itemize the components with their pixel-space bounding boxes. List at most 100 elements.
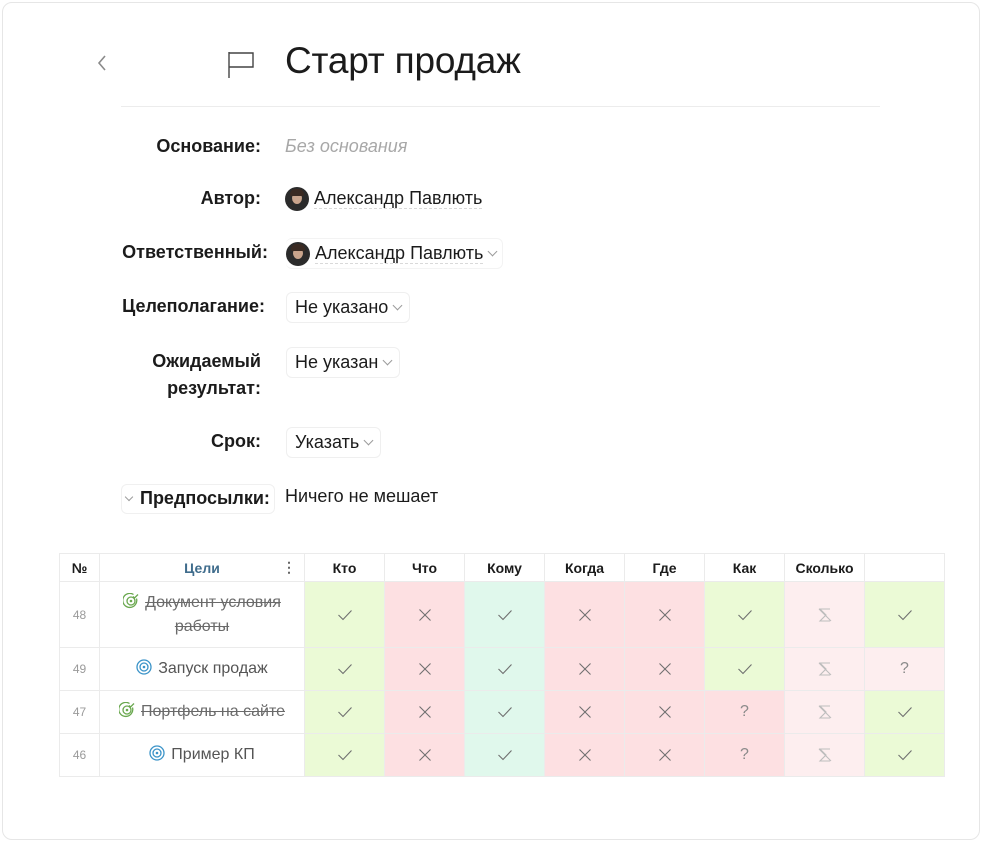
cell-extra[interactable] (864, 690, 945, 734)
cross-icon (418, 608, 431, 621)
author-value[interactable]: Александр Павлють (285, 185, 483, 212)
column-header-goals[interactable]: Цели ⋮ (99, 553, 305, 582)
responsible-name: Александр Павлють (315, 243, 484, 264)
check-icon (337, 707, 352, 718)
cell-extra[interactable] (864, 581, 945, 648)
cell-how[interactable]: ? (704, 690, 785, 734)
row-number: 47 (59, 690, 100, 734)
goal-cell[interactable]: Портфель на сайте (99, 690, 305, 734)
cell-who[interactable] (304, 690, 385, 734)
unknown-mark: ? (740, 703, 749, 720)
cross-icon (658, 608, 671, 621)
expected-result-label: Ожидаемый результат: (101, 348, 261, 402)
target-icon (149, 745, 165, 761)
chevron-down-icon (382, 355, 393, 366)
cell-how[interactable]: ? (704, 733, 785, 777)
cell-when[interactable] (544, 581, 625, 648)
column-header-whom: Кому (464, 553, 545, 582)
check-icon (737, 609, 752, 620)
cell-extra[interactable] (864, 733, 945, 777)
expected-result-select[interactable]: Не указан (286, 347, 401, 378)
target-check-icon (123, 592, 139, 608)
cell-how-much[interactable] (784, 733, 865, 777)
deadline-label: Срок: (211, 431, 261, 451)
deadline-select[interactable]: Указать (286, 427, 382, 458)
check-icon (897, 707, 912, 718)
cell-when[interactable] (544, 733, 625, 777)
cell-how-much[interactable] (784, 690, 865, 734)
cell-what[interactable] (384, 733, 465, 777)
cell-whom[interactable] (464, 733, 545, 777)
table-row[interactable]: 48 Документ условия работы (59, 581, 945, 648)
goal-name: Запуск продаж (158, 660, 268, 677)
cross-icon (578, 749, 591, 761)
basis-label: Основание: (156, 136, 261, 156)
goal-name: Документ условия работы (145, 593, 281, 635)
check-icon (337, 609, 352, 620)
cell-how[interactable] (704, 581, 785, 648)
chevron-left-icon[interactable] (94, 52, 112, 74)
table-row[interactable]: 47 Портфель на сайте? (59, 690, 945, 734)
cell-who[interactable] (304, 581, 385, 648)
chevron-down-icon (124, 492, 134, 502)
cross-icon (658, 749, 671, 761)
expected-result-value: Не указан (295, 352, 379, 372)
cell-where[interactable] (624, 733, 705, 777)
goal-cell[interactable]: Документ условия работы (99, 581, 305, 648)
responsible-select[interactable]: Александр Павлють (286, 238, 504, 269)
cell-extra[interactable]: ? (864, 647, 945, 691)
cell-when[interactable] (544, 690, 625, 734)
cross-icon (418, 706, 431, 718)
expected-result-label-line1: Ожидаемый (152, 351, 261, 371)
cell-whom[interactable] (464, 690, 545, 734)
prerequisites-label: Предпосылки: (140, 488, 270, 508)
table-row[interactable]: 49 Запуск продаж? (59, 647, 945, 691)
check-icon (497, 707, 512, 718)
cell-whom[interactable] (464, 581, 545, 648)
cell-where[interactable] (624, 647, 705, 691)
row-number: 48 (59, 581, 100, 648)
more-options-icon[interactable]: ⋮ (282, 559, 296, 575)
goal-cell[interactable]: Пример КП (99, 733, 305, 777)
cell-what[interactable] (384, 690, 465, 734)
cell-whom[interactable] (464, 647, 545, 691)
cell-when[interactable] (544, 647, 625, 691)
cell-who[interactable] (304, 647, 385, 691)
cross-icon (578, 706, 591, 718)
cell-where[interactable] (624, 581, 705, 648)
goals-table-body: 48 Документ условия работы 49 Запуск продаж… (59, 581, 945, 777)
cell-what[interactable] (384, 647, 465, 691)
check-icon (497, 609, 512, 620)
chevron-down-icon (392, 300, 403, 311)
goal-name: Портфель на сайте (141, 703, 285, 720)
column-header-how-much: Сколько (784, 553, 865, 582)
check-icon (337, 750, 352, 761)
sum-icon (818, 607, 831, 622)
chevron-down-icon (363, 435, 374, 446)
prerequisites-value: Ничего не мешает (285, 486, 439, 506)
row-number: 46 (59, 733, 100, 777)
unknown-mark: ? (740, 746, 749, 763)
cross-icon (418, 749, 431, 761)
cell-who[interactable] (304, 733, 385, 777)
basis-value[interactable]: Без основания (285, 133, 407, 160)
cross-icon (658, 706, 671, 718)
table-header-row: № Цели ⋮ Кто Что Кому Когда Где Как Сколь… (59, 553, 945, 582)
check-icon (337, 664, 352, 675)
cell-how-much[interactable] (784, 581, 865, 648)
column-header-how: Как (704, 553, 785, 582)
cell-where[interactable] (624, 690, 705, 734)
cell-what[interactable] (384, 581, 465, 648)
cross-icon (578, 663, 591, 675)
target-check-icon (119, 702, 135, 718)
goal-setting-select[interactable]: Не указано (286, 292, 411, 323)
responsible-label: Ответственный: (122, 242, 268, 262)
check-icon (897, 750, 912, 761)
target-icon (136, 659, 152, 675)
prerequisites-toggle[interactable]: Предпосылки: (121, 484, 275, 514)
goal-cell[interactable]: Запуск продаж (99, 647, 305, 691)
table-row[interactable]: 46 Пример КП? (59, 733, 945, 777)
cell-how[interactable] (704, 647, 785, 691)
flag-icon (228, 52, 254, 78)
cell-how-much[interactable] (784, 647, 865, 691)
